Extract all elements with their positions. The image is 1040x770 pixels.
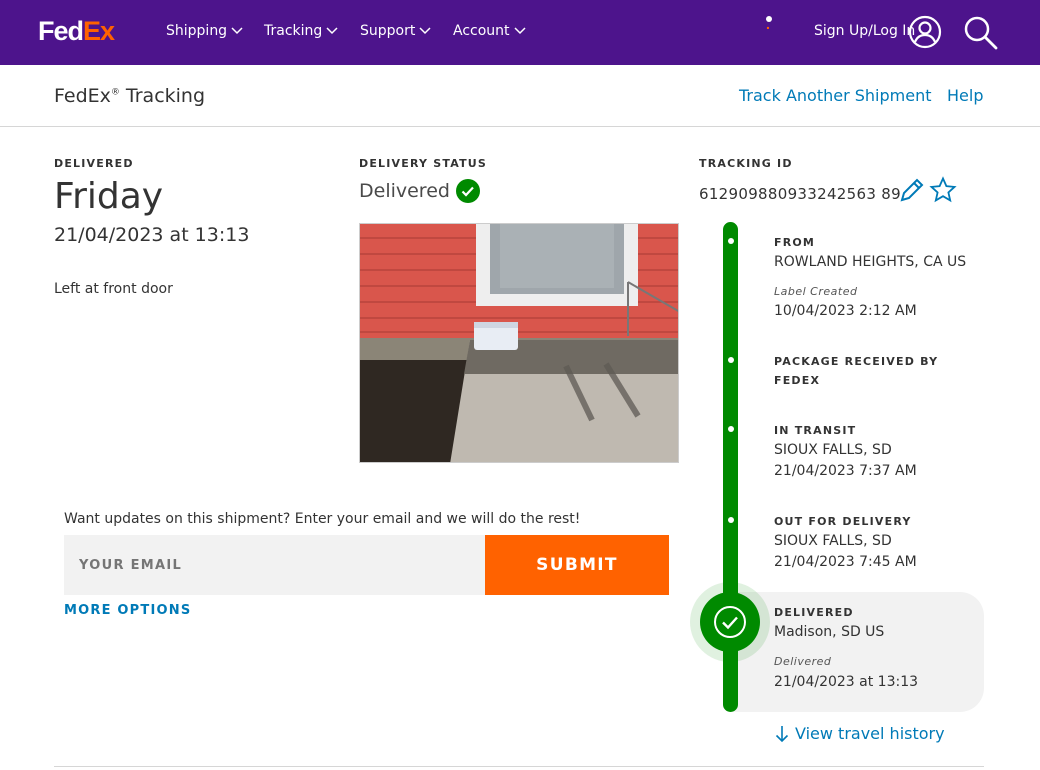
proof-of-delivery-photo [359,223,679,463]
user-icon[interactable] [908,15,942,49]
email-prompt: Want updates on this shipment? Enter you… [64,511,581,527]
nav-item-label: Shipping [166,23,228,39]
event-location: ROWLAND HEIGHTS, CA US [774,254,967,270]
delivery-status: Delivered [359,179,480,203]
fedex-logo[interactable]: FedEx. [38,16,772,47]
timeline-dot [728,357,734,363]
check-circle-icon [714,606,746,638]
nav-item-label: Account [453,23,510,39]
track-another-link[interactable]: Track Another Shipment [739,86,932,105]
page-title: FedEx® Tracking [54,85,206,107]
help-link[interactable]: Help [947,86,983,105]
tracking-number: 612909880933242563 89 [699,185,901,203]
delivery-note: Left at front door [54,281,173,297]
timeline-dot [728,238,734,244]
search-icon[interactable] [963,15,999,51]
pencil-icon[interactable] [898,176,926,204]
nav-item-tracking[interactable]: Tracking [264,23,338,39]
arrow-down-icon [775,725,789,742]
nav-item-label: Support [360,23,416,39]
check-circle-icon [455,179,480,203]
email-field[interactable] [64,535,485,595]
tracking-id-label: TRACKING ID [699,157,793,170]
star-icon[interactable] [929,176,957,204]
sub-header: FedEx® Tracking Track Another Shipment H… [0,65,1040,127]
event-location: SIOUX FALLS, SD [774,533,892,549]
delivery-status-label: DELIVERY STATUS [359,157,488,170]
submit-button[interactable]: SUBMIT [485,535,669,595]
timeline-dot [728,426,734,432]
delivery-day: Friday [54,176,164,217]
view-travel-history-link[interactable]: View travel history [775,724,945,743]
nav-item-account[interactable]: Account [453,23,526,39]
delivered-marker [700,592,760,652]
event-date: 21/04/2023 at 13:13 [774,674,919,690]
event-title: DELIVERED [774,606,854,619]
event-location: SIOUX FALLS, SD [774,442,892,458]
top-navigation: FedEx. Shipping Tracking Support Account… [0,0,1040,65]
chevron-down-icon [231,27,243,35]
event-title: IN TRANSIT [774,424,857,437]
event-date: 21/04/2023 7:37 AM [774,463,917,479]
more-options-link[interactable]: MORE OPTIONS [64,603,191,618]
event-title: PACKAGE RECEIVED BY FEDEX [774,355,939,387]
chevron-down-icon [514,27,526,35]
event-date: 10/04/2023 2:12 AM [774,303,917,319]
divider [54,766,984,767]
nav-item-support[interactable]: Support [360,23,431,39]
event-date: 21/04/2023 7:45 AM [774,554,917,570]
event-sublabel: Delivered [774,655,832,668]
signin-link[interactable]: Sign Up/Log In [814,23,915,39]
view-travel-history-label: View travel history [795,724,945,743]
delivery-datetime: 21/04/2023 at 13:13 [54,224,250,246]
event-title: OUT FOR DELIVERY [774,515,912,528]
delivered-label: DELIVERED [54,157,134,170]
chevron-down-icon [419,27,431,35]
chevron-down-icon [326,27,338,35]
delivery-status-value: Delivered [359,180,450,202]
event-title: FROM [774,236,816,249]
event-sublabel: Label Created [774,285,858,298]
nav-item-label: Tracking [264,23,323,39]
nav-item-shipping[interactable]: Shipping [166,23,243,39]
timeline-dot [728,517,734,523]
event-location: Madison, SD US [774,624,885,640]
